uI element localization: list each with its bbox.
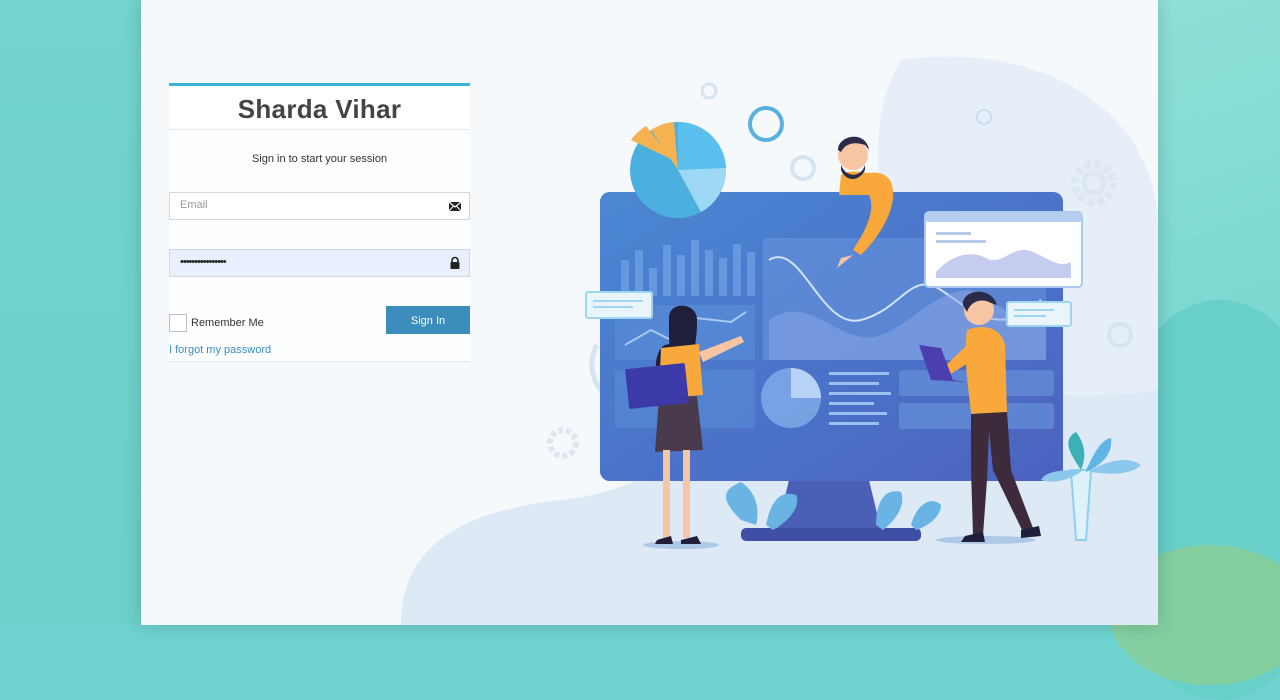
page-background-right	[1100, 0, 1280, 700]
login-message: Sign in to start your session	[251, 153, 388, 165]
password-field[interactable]	[169, 249, 470, 277]
login-box: Sharda Vihar Sign in to start your sessi…	[169, 83, 470, 362]
email-input[interactable]	[170, 193, 450, 217]
login-panel: Sign in to start your session Email ••••…	[169, 130, 470, 362]
remember-me-label: Remember Me	[191, 317, 264, 329]
login-card: Sharda Vihar Sign in to start your sessi…	[141, 0, 1158, 625]
email-field[interactable]	[169, 192, 470, 220]
sign-in-button[interactable]: Sign In	[386, 306, 470, 334]
page-background-left	[0, 0, 141, 625]
password-input[interactable]	[170, 250, 450, 274]
envelope-icon	[448, 201, 462, 212]
lock-icon	[450, 256, 460, 269]
remember-me-checkbox[interactable]	[169, 314, 187, 332]
remember-me[interactable]: Remember Me	[169, 314, 264, 332]
brand-title: Sharda Vihar	[169, 86, 470, 130]
forgot-password-link[interactable]: I forgot my password	[169, 344, 271, 356]
